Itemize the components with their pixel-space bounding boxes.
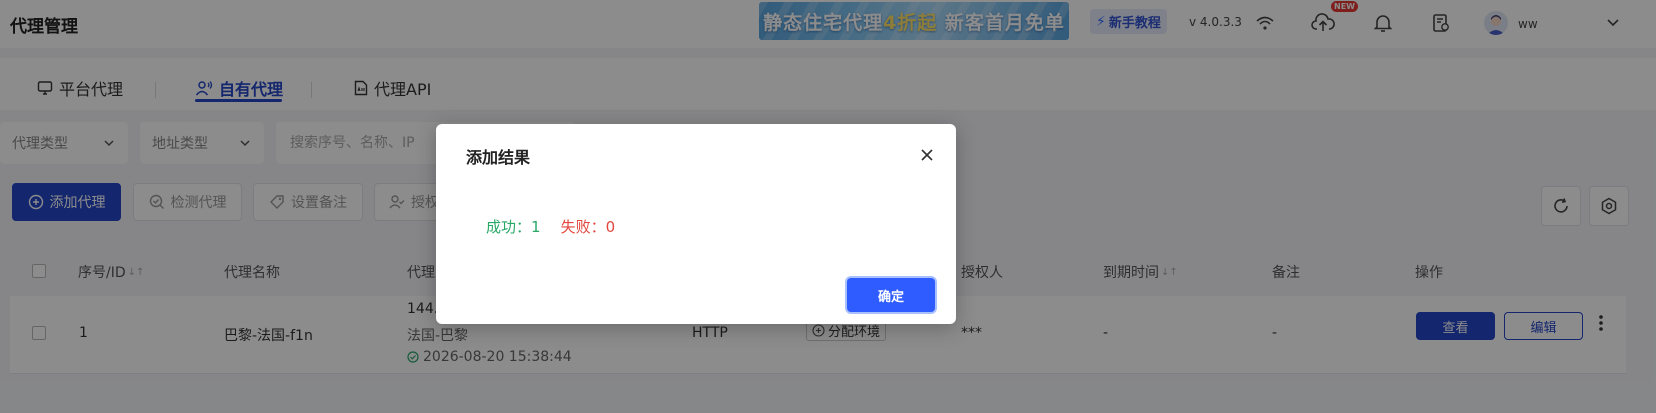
success-result: 成功：1 <box>486 218 541 236</box>
confirm-button[interactable]: 确定 <box>847 278 935 312</box>
close-icon[interactable] <box>918 146 936 164</box>
dialog-title: 添加结果 <box>466 148 531 167</box>
dialog-body: 成功：1 失败：0 <box>486 216 615 237</box>
failure-result: 失败：0 <box>560 218 616 236</box>
add-result-dialog: 添加结果 成功：1 失败：0 确定 <box>436 124 956 324</box>
